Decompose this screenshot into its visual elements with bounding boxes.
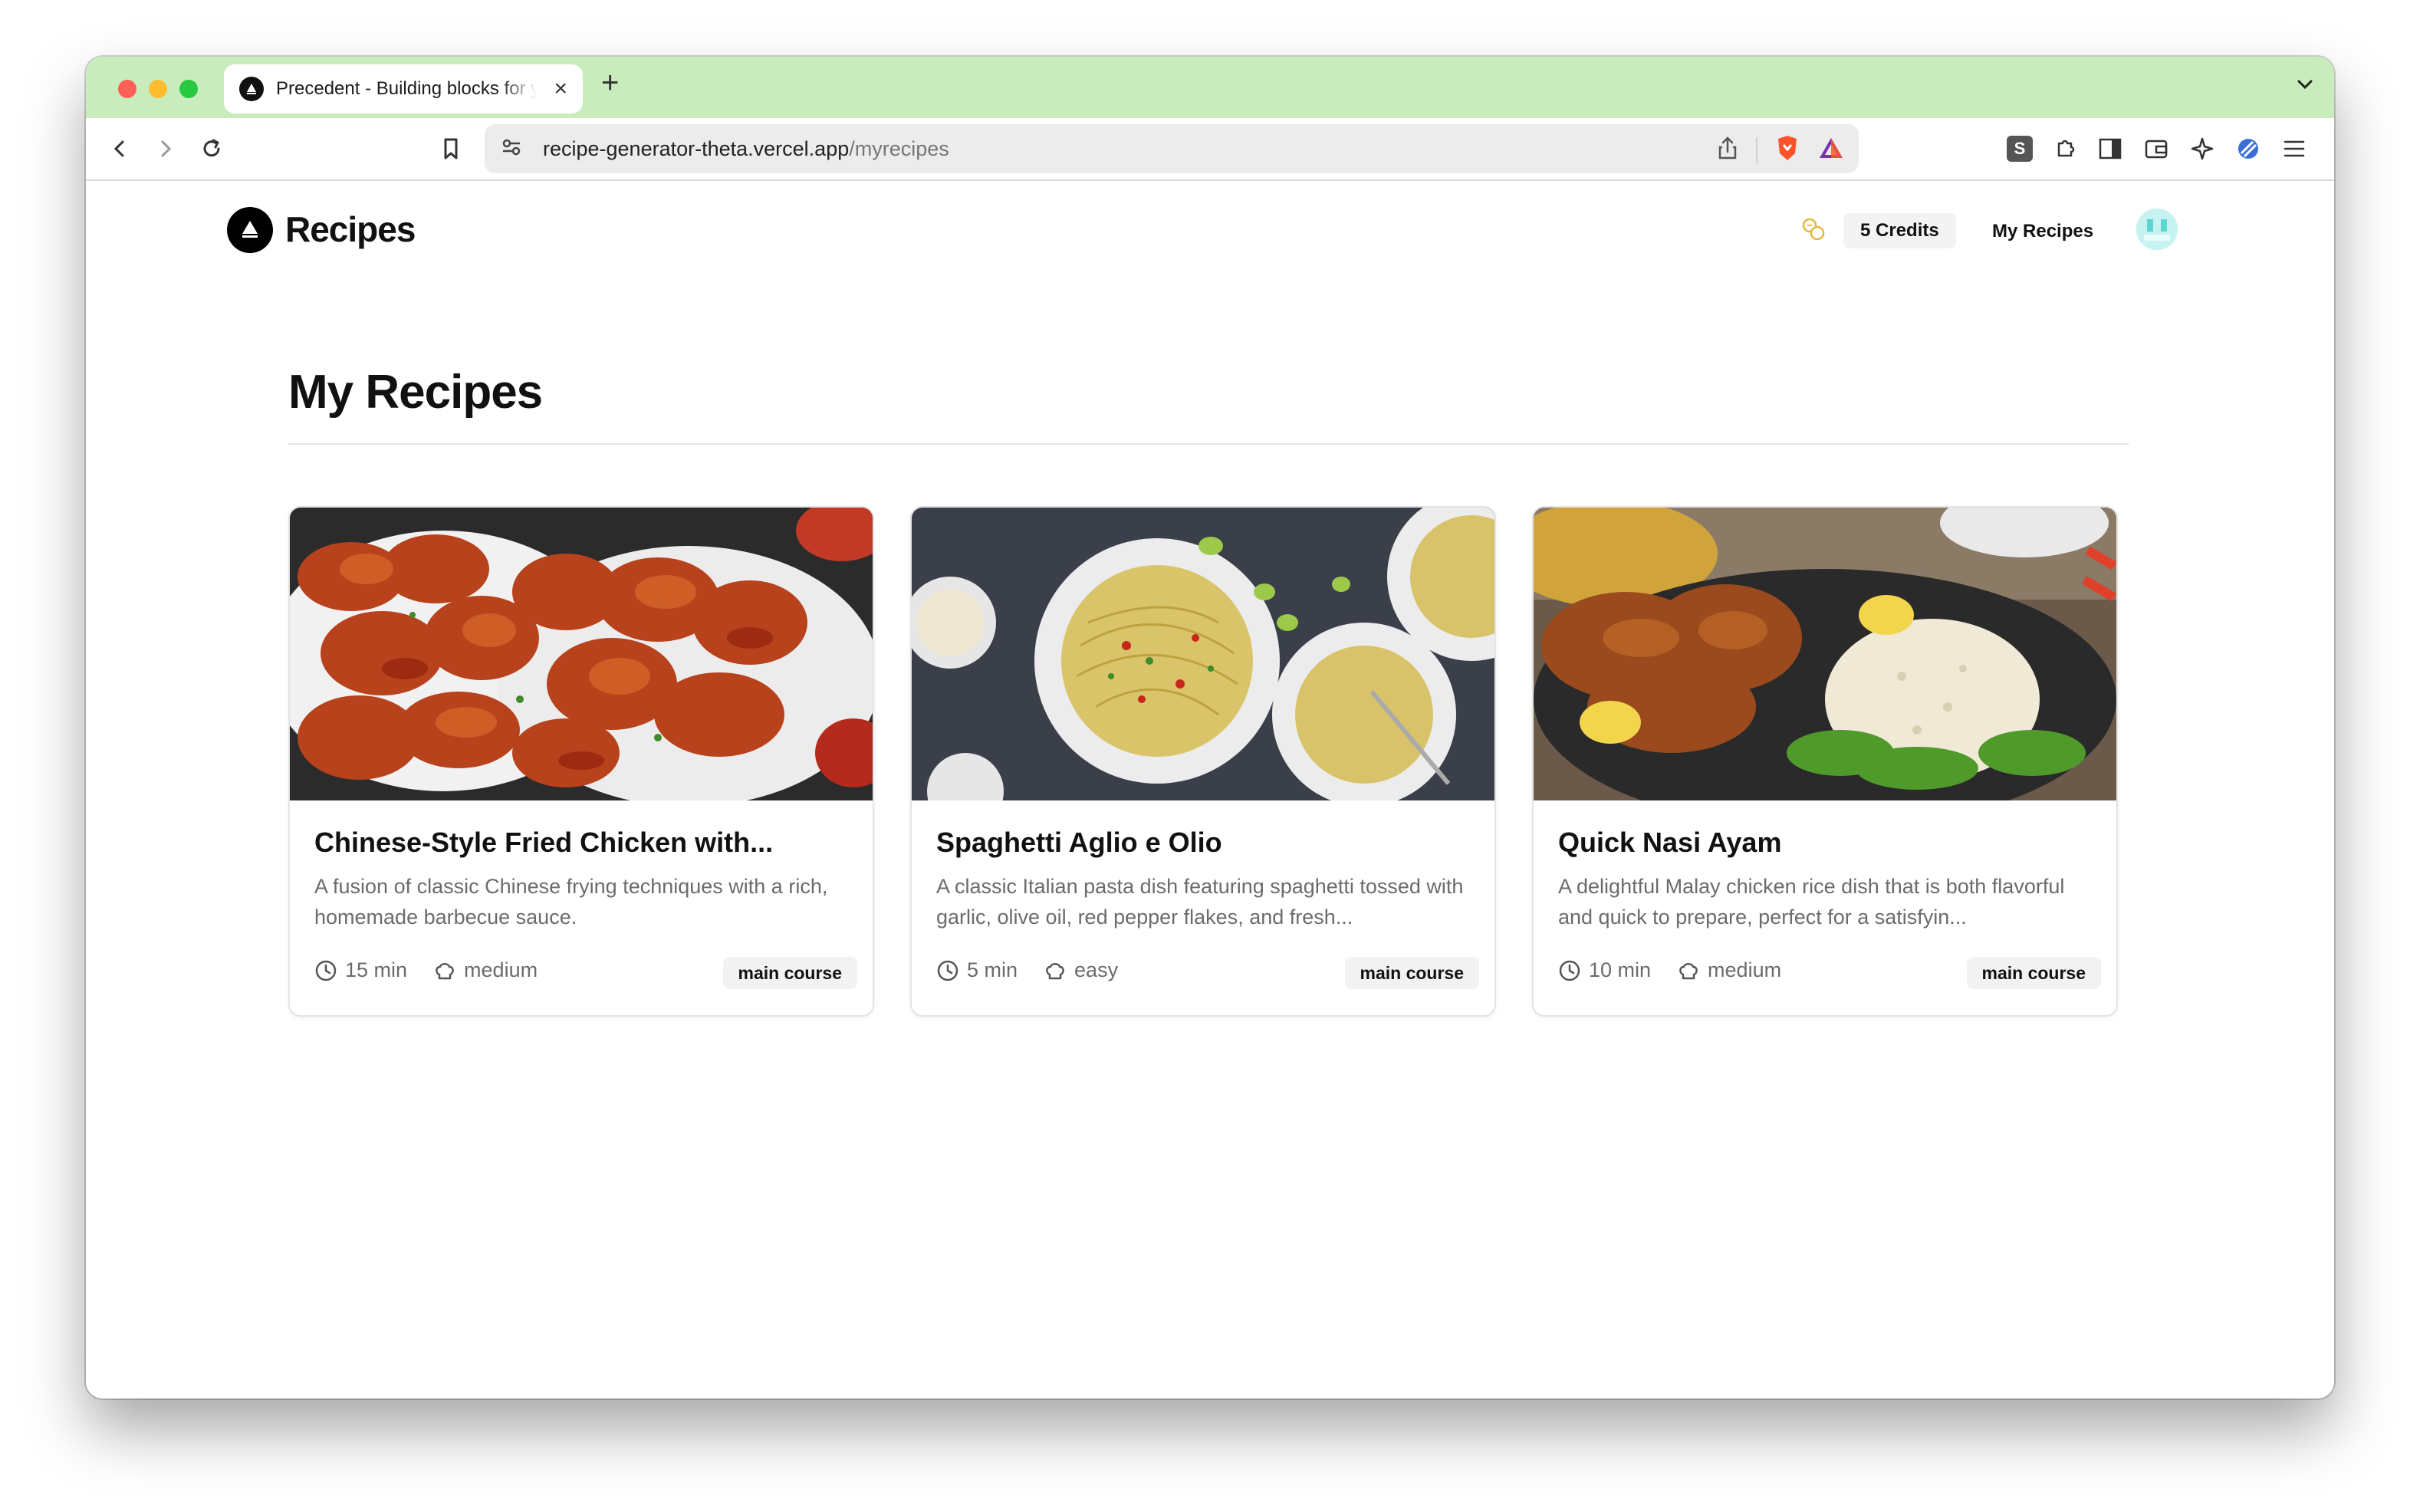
clock-icon [937, 960, 958, 981]
recipe-card[interactable]: Quick Nasi Ayam A delightful Malay chick… [1532, 506, 2118, 1017]
recipe-difficulty-text: medium [1708, 958, 1782, 981]
recipe-description: A classic Italian pasta dish featuring s… [936, 875, 1464, 929]
site-logo-icon[interactable] [227, 207, 273, 253]
new-tab-button[interactable]: + [601, 67, 619, 98]
page-content: Recipes 5 Credits My Recipes My Recipes [86, 181, 2334, 1399]
close-window-button[interactable] [118, 80, 136, 98]
share-icon[interactable] [1716, 135, 1739, 165]
recipe-difficulty-text: easy [1074, 958, 1119, 981]
brave-rewards-icon[interactable] [1817, 135, 1845, 165]
recipe-time-text: 15 min [345, 958, 408, 981]
recipe-difficulty: medium [433, 958, 538, 982]
site-name[interactable]: Recipes [285, 209, 416, 250]
coins-icon [1799, 215, 1828, 248]
avatar[interactable] [2136, 209, 2178, 250]
recipe-meta: 5 min easy [936, 958, 1144, 982]
browser-window: Precedent - Building blocks for your Nex… [86, 57, 2334, 1399]
menu-icon[interactable] [2279, 133, 2310, 164]
forward-icon[interactable] [150, 133, 181, 164]
fried-chicken-image [290, 508, 873, 800]
clock-icon [1559, 960, 1580, 981]
recipe-description: A delightful Malay chicken rice dish tha… [1558, 875, 2065, 929]
chevron-down-icon[interactable] [2294, 74, 2316, 99]
clock-icon [315, 960, 337, 981]
recipe-time: 10 min [1558, 958, 1651, 982]
recipe-time: 15 min [314, 958, 407, 982]
page-title: My Recipes [288, 366, 543, 419]
vpn-icon[interactable] [2233, 133, 2264, 164]
recipe-title: Quick Nasi Ayam [1558, 827, 1782, 858]
recipe-description: A fusion of classic Chinese frying techn… [314, 875, 828, 929]
credits-button[interactable]: 5 Credits [1843, 213, 1956, 248]
recipe-difficulty: medium [1677, 958, 1781, 982]
minimize-window-button[interactable] [149, 80, 167, 98]
url-host: recipe-generator-theta.vercel.app [543, 136, 850, 160]
recipe-meta: 15 min medium [314, 958, 564, 982]
title-divider [288, 443, 2129, 445]
recipe-difficulty: easy [1044, 958, 1118, 982]
recipe-title: Spaghetti Aglio e Olio [936, 827, 1222, 858]
wallet-icon[interactable] [2141, 133, 2172, 164]
nav-my-recipes[interactable]: My Recipes [1992, 221, 2093, 242]
tab-bar: Precedent - Building blocks for your Nex… [86, 57, 2334, 118]
recipe-time-text: 10 min [1589, 958, 1652, 981]
extension-s-icon[interactable]: S [2004, 133, 2035, 164]
sidebar-icon[interactable] [2095, 133, 2126, 164]
recipe-difficulty-text: medium [464, 958, 538, 981]
recipe-title: Chinese-Style Fried Chicken with... [314, 827, 774, 858]
chicken-rice-image [1534, 508, 2116, 800]
chef-hat-icon [436, 962, 454, 979]
browser-toolbar: recipe-generator-theta.vercel.app/myreci… [86, 118, 2334, 181]
bookmark-icon[interactable] [436, 133, 466, 164]
reload-icon[interactable] [196, 133, 227, 164]
recipe-meta: 10 min medium [1558, 958, 1807, 982]
chef-hat-icon [1046, 962, 1064, 979]
recipe-card[interactable]: Spaghetti Aglio e Olio A classic Italian… [910, 506, 1496, 1017]
chef-hat-icon [1679, 962, 1698, 979]
extensions-puzzle-icon[interactable] [2050, 133, 2081, 164]
tab-favicon-icon [239, 77, 264, 101]
leo-ai-icon[interactable] [2187, 133, 2218, 164]
browser-tab[interactable]: Precedent - Building blocks for your Nex… [224, 64, 583, 113]
site-settings-icon[interactable] [500, 136, 523, 163]
zoom-window-button[interactable] [179, 80, 198, 98]
address-bar[interactable]: recipe-generator-theta.vercel.app/myreci… [485, 124, 1859, 173]
spaghetti-image [912, 508, 1494, 800]
divider [1756, 136, 1757, 163]
tab-title: Precedent - Building blocks for your Nex… [276, 78, 537, 99]
category-badge: main course [722, 957, 857, 989]
recipe-time: 5 min [936, 958, 1018, 982]
url-text: recipe-generator-theta.vercel.app/myreci… [543, 137, 949, 161]
close-tab-icon[interactable]: × [554, 77, 567, 100]
recipe-time-text: 5 min [967, 958, 1018, 981]
brave-shields-icon[interactable] [1774, 133, 1800, 166]
url-path: /myrecipes [849, 136, 949, 160]
back-icon[interactable] [104, 133, 135, 164]
category-badge: main course [1344, 957, 1479, 989]
recipe-card[interactable]: Chinese-Style Fried Chicken with... A fu… [288, 506, 874, 1017]
category-badge: main course [1966, 957, 2101, 989]
